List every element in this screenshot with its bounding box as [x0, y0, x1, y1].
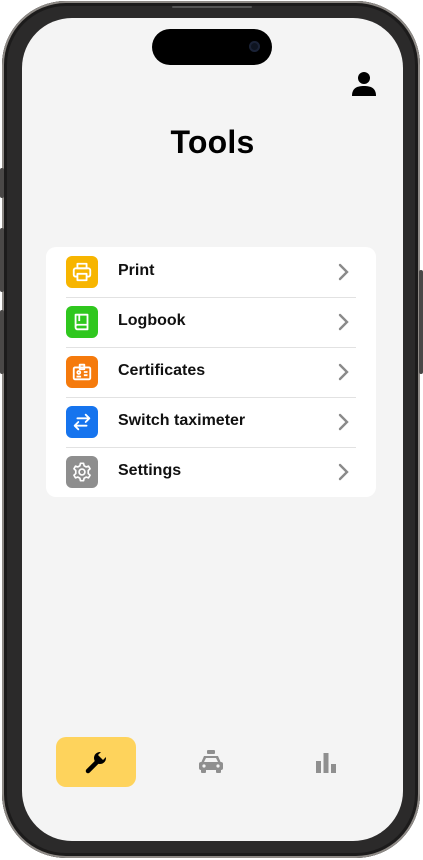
- book-icon: [66, 306, 98, 338]
- tab-tools[interactable]: [56, 737, 136, 787]
- dynamic-island: [152, 29, 272, 65]
- page-title: Tools: [170, 124, 255, 160]
- volume-up-button: [0, 228, 4, 292]
- power-button: [419, 270, 423, 374]
- chevron-right-icon: [338, 363, 349, 381]
- speaker-grille: [172, 6, 252, 8]
- menu-item-logbook[interactable]: Logbook: [46, 297, 376, 347]
- chevron-right-icon: [338, 463, 349, 481]
- action-button: [0, 168, 4, 198]
- menu-item-settings[interactable]: Settings: [46, 447, 376, 497]
- chevron-right-icon: [338, 263, 349, 281]
- swap-arrows-icon: [66, 406, 98, 438]
- volume-down-button: [0, 310, 4, 374]
- user-icon: [352, 72, 376, 96]
- printer-icon: [66, 256, 98, 288]
- tab-taxi[interactable]: [171, 737, 251, 787]
- tools-menu: Print Logbook Certificates Switch taxime…: [46, 247, 376, 497]
- camera-icon: [249, 41, 260, 52]
- taxi-icon: [199, 750, 223, 773]
- gear-icon: [66, 456, 98, 488]
- chevron-right-icon: [338, 313, 349, 331]
- profile-button[interactable]: [348, 68, 380, 100]
- menu-item-label: Print: [118, 262, 155, 279]
- wrench-icon: [85, 751, 107, 774]
- menu-item-label: Settings: [118, 462, 182, 479]
- menu-item-label: Switch taximeter: [118, 412, 246, 429]
- chevron-right-icon: [338, 413, 349, 431]
- tab-statistics[interactable]: [286, 737, 366, 787]
- menu-item-certificates[interactable]: Certificates: [46, 347, 376, 397]
- bar-chart-icon: [316, 753, 336, 773]
- menu-item-label: Certificates: [118, 362, 206, 379]
- menu-item-print[interactable]: Print: [46, 247, 376, 297]
- id-card-icon: [66, 356, 98, 388]
- menu-item-switch-taximeter[interactable]: Switch taximeter: [46, 397, 376, 447]
- menu-item-label: Logbook: [118, 312, 186, 329]
